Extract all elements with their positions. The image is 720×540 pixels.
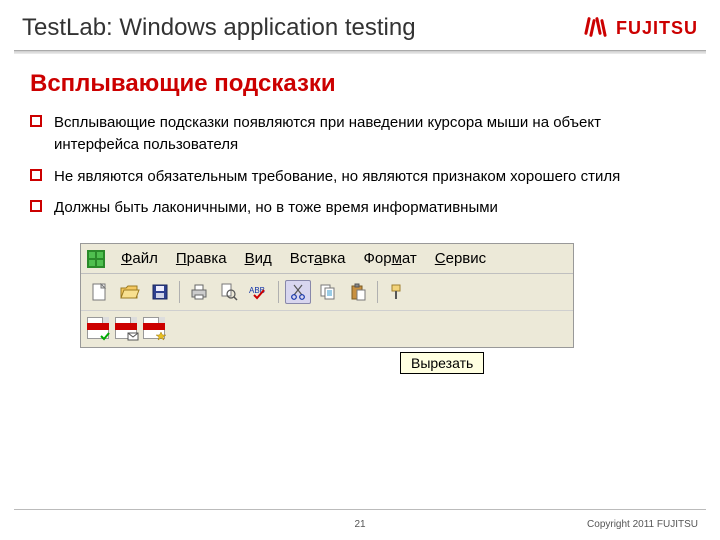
brand-logo: FUJITSU xyxy=(584,15,698,41)
excel-toolbar: ABB xyxy=(81,274,573,310)
list-item: Всплывающие подсказки появляются при нав… xyxy=(30,112,690,156)
toolbar-separator xyxy=(377,281,378,303)
menu-edit[interactable]: Правка xyxy=(168,248,235,269)
bullet-list: Всплывающие подсказки появляются при нав… xyxy=(30,112,690,219)
square-bullet-icon xyxy=(30,115,42,127)
pdf-mail-icon[interactable] xyxy=(115,317,137,339)
save-icon[interactable] xyxy=(147,280,173,304)
menu-view[interactable]: Вид xyxy=(237,248,280,269)
bullet-text: Всплывающие подсказки появляются при нав… xyxy=(54,112,690,156)
slide-header: TestLab: Windows application testing FUJ… xyxy=(0,0,720,46)
pdf-toolbar xyxy=(81,310,573,347)
copyright: Copyright 2011 FUJITSU xyxy=(587,519,698,530)
open-file-icon[interactable] xyxy=(117,280,143,304)
menu-format[interactable]: Формат xyxy=(355,248,424,269)
bullet-text: Не являются обязательным требование, но … xyxy=(54,166,620,188)
infinity-mark-icon xyxy=(584,15,610,41)
toolbar-separator xyxy=(278,281,279,303)
new-file-icon[interactable] xyxy=(87,280,113,304)
excel-window: Файл Правка Вид Вставка Формат Сервис xyxy=(80,243,574,348)
print-preview-icon[interactable] xyxy=(216,280,242,304)
list-item: Не являются обязательным требование, но … xyxy=(30,166,690,188)
square-bullet-icon xyxy=(30,169,42,181)
menu-insert[interactable]: Вставка xyxy=(282,248,354,269)
page-number: 21 xyxy=(354,519,365,530)
print-icon[interactable] xyxy=(186,280,212,304)
slide-footer: 21 Copyright 2011 FUJITSU xyxy=(0,519,720,530)
copy-icon[interactable] xyxy=(315,280,341,304)
format-painter-icon[interactable] xyxy=(384,280,410,304)
menu-tools[interactable]: Сервис xyxy=(427,248,494,269)
excel-screenshot: Файл Правка Вид Вставка Формат Сервис xyxy=(80,243,574,374)
tooltip-cut: Вырезать xyxy=(400,352,484,374)
list-item: Должны быть лаконичными, но в тоже время… xyxy=(30,197,690,219)
section-title: Всплывающие подсказки xyxy=(30,70,690,98)
square-bullet-icon xyxy=(30,200,42,212)
menu-file[interactable]: Файл xyxy=(113,248,166,269)
pdf-star-icon[interactable] xyxy=(143,317,165,339)
paste-icon[interactable] xyxy=(345,280,371,304)
excel-app-icon xyxy=(87,250,105,268)
slide-content: Всплывающие подсказки Всплывающие подска… xyxy=(0,54,720,384)
footer-divider xyxy=(14,509,706,510)
spellcheck-icon[interactable]: ABB xyxy=(246,280,272,304)
bullet-text: Должны быть лаконичными, но в тоже время… xyxy=(54,197,498,219)
toolbar-separator xyxy=(179,281,180,303)
pdf-icon[interactable] xyxy=(87,317,109,339)
header-title: TestLab: Windows application testing xyxy=(22,14,416,42)
excel-menubar: Файл Правка Вид Вставка Формат Сервис xyxy=(81,244,573,274)
cut-icon[interactable] xyxy=(285,280,311,304)
brand-text: FUJITSU xyxy=(616,18,698,39)
